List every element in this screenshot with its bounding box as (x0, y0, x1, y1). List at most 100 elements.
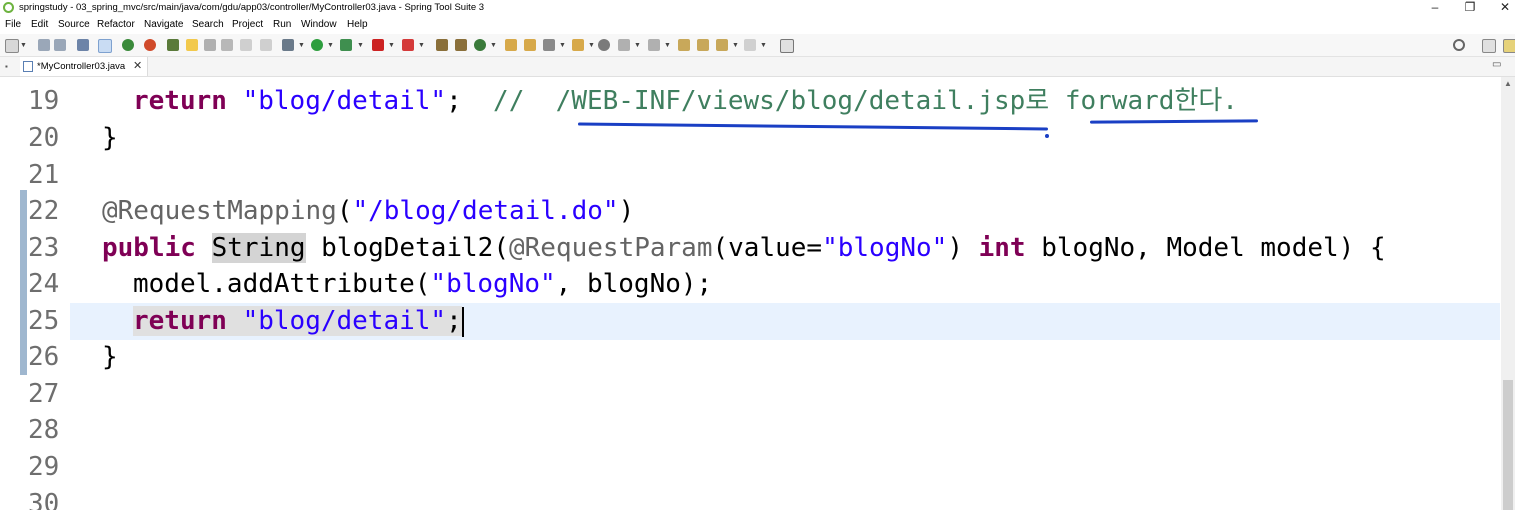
next-annotation-icon[interactable] (618, 39, 630, 51)
ink-underline-forward (1089, 119, 1259, 124)
left-gutter (0, 77, 20, 510)
open-type-icon[interactable] (505, 39, 517, 51)
line-number: 30 (28, 489, 60, 510)
text-cursor (461, 306, 464, 337)
next-annotation-dropdown-icon[interactable]: ▼ (634, 42, 641, 49)
line-number: 19 (28, 86, 60, 116)
spring-boot-icon[interactable] (122, 39, 134, 51)
menu-source[interactable]: Source (58, 19, 90, 30)
param-close: ) (947, 233, 979, 263)
closing-brace: } (102, 342, 118, 372)
server-dropdown-icon[interactable]: ▼ (418, 42, 425, 49)
annotation-requestmapping: @RequestMapping (102, 196, 337, 226)
stop-dropdown-icon[interactable]: ▼ (388, 42, 395, 49)
line-number: 25 (28, 306, 60, 336)
prev-annotation-icon[interactable] (648, 39, 660, 51)
new-java-project-icon[interactable] (436, 39, 448, 51)
search-icon[interactable] (1453, 39, 1465, 51)
new-icon[interactable] (5, 39, 19, 53)
menu-project[interactable]: Project (232, 19, 263, 30)
link-icon[interactable] (98, 39, 112, 53)
semicolon: ; (446, 86, 494, 116)
stop-icon[interactable] (372, 39, 384, 51)
minimize-editor-icon[interactable]: ▭ (1492, 59, 1501, 70)
menu-window[interactable]: Window (301, 19, 337, 30)
debug-icon[interactable] (282, 39, 294, 51)
pin-icon[interactable] (167, 39, 179, 51)
param-list: blogNo, Model model) { (1025, 233, 1386, 263)
forward-icon[interactable] (744, 39, 756, 51)
code-line-24: model.addAttribute("blogNo", blogNo); (133, 266, 712, 303)
globe-icon[interactable] (598, 39, 610, 51)
last-edit-2-icon[interactable] (697, 39, 709, 51)
menu-help[interactable]: Help (347, 19, 368, 30)
run-icon[interactable] (311, 39, 323, 51)
tab-mycontroller03[interactable]: *MyController03.java ✕ (20, 57, 148, 76)
search-dropdown-icon[interactable]: ▼ (588, 42, 595, 49)
tab-close-icon[interactable]: ✕ (133, 59, 142, 72)
type-string-occurrence: String (211, 233, 306, 263)
spring-app-icon (3, 2, 14, 13)
menu-file[interactable]: File (5, 19, 21, 30)
annotation-dropdown-icon[interactable]: ▼ (559, 42, 566, 49)
block-icon[interactable] (204, 39, 216, 51)
console-icon[interactable] (77, 39, 89, 51)
back-icon[interactable] (716, 39, 728, 51)
last-edit-icon[interactable] (678, 39, 690, 51)
tab-label: *MyController03.java (37, 61, 126, 72)
package-explorer-icon[interactable]: ▪ (5, 62, 8, 71)
method-call: model.addAttribute( (133, 269, 431, 299)
line-number: 24 (28, 269, 60, 299)
param-value: (value= (712, 233, 823, 263)
refresh-icon[interactable] (144, 39, 156, 51)
run-dropdown-icon[interactable]: ▼ (327, 42, 334, 49)
closing-brace: } (102, 123, 118, 153)
ink-dot (1045, 134, 1049, 138)
server-icon[interactable] (402, 39, 414, 51)
debug-dropdown-icon[interactable]: ▼ (298, 42, 305, 49)
highlight-icon[interactable] (186, 39, 198, 51)
show-whitespace-icon[interactable] (260, 39, 272, 51)
back-dropdown-icon[interactable]: ▼ (732, 42, 739, 49)
prev-annotation-dropdown-icon[interactable]: ▼ (664, 42, 671, 49)
new-package-icon[interactable] (455, 39, 467, 51)
java-perspective-icon[interactable] (1503, 39, 1515, 53)
scroll-up-icon[interactable]: ▲ (1504, 79, 1512, 88)
save-icon[interactable] (38, 39, 50, 51)
external-tools-dropdown-icon[interactable]: ▼ (357, 42, 364, 49)
comment: // /WEB-INF/views/blog/detail.jsp로 forwa… (493, 86, 1238, 116)
line-number: 21 (28, 160, 60, 190)
annotation-icon[interactable] (543, 39, 555, 51)
save-all-icon[interactable] (54, 39, 66, 51)
string-literal: "/blog/detail.do" (352, 196, 619, 226)
paren-open: ( (336, 196, 353, 226)
close-button[interactable]: ✕ (1490, 0, 1515, 14)
line-number: 20 (28, 123, 60, 153)
menu-run[interactable]: Run (273, 19, 291, 30)
menu-refactor[interactable]: Refactor (97, 19, 135, 30)
line-number: 26 (28, 342, 60, 372)
new-class-icon[interactable] (474, 39, 486, 51)
menu-search[interactable]: Search (192, 19, 224, 30)
forward-dropdown-icon[interactable]: ▼ (760, 42, 767, 49)
menu-edit[interactable]: Edit (31, 19, 48, 30)
minimize-button[interactable]: – (1420, 0, 1450, 14)
string-literal: "blog/detail" (242, 86, 447, 116)
scrollbar-thumb[interactable] (1503, 380, 1513, 510)
pilcrow-icon[interactable] (240, 39, 252, 51)
pin-editor-icon[interactable] (780, 39, 794, 53)
search-toolbar-icon[interactable] (572, 39, 584, 51)
format-icon[interactable] (221, 39, 233, 51)
java-file-icon (23, 61, 33, 72)
selected-statement: return "blog/detail"; (133, 306, 462, 336)
menu-navigate[interactable]: Navigate (144, 19, 183, 30)
method-signature: blogDetail2( (305, 233, 509, 263)
keyword-return: return (133, 86, 227, 116)
external-tools-icon[interactable] (340, 39, 352, 51)
new-dropdown-icon[interactable]: ▼ (20, 42, 27, 49)
new-class-dropdown-icon[interactable]: ▼ (490, 42, 497, 49)
open-perspective-icon[interactable] (1482, 39, 1496, 53)
code-editor[interactable]: 19 20 21 22 23 24 25 26 27 28 29 30 retu… (0, 77, 1515, 510)
open-task-icon[interactable] (524, 39, 536, 51)
restore-button[interactable]: ❐ (1455, 0, 1485, 14)
